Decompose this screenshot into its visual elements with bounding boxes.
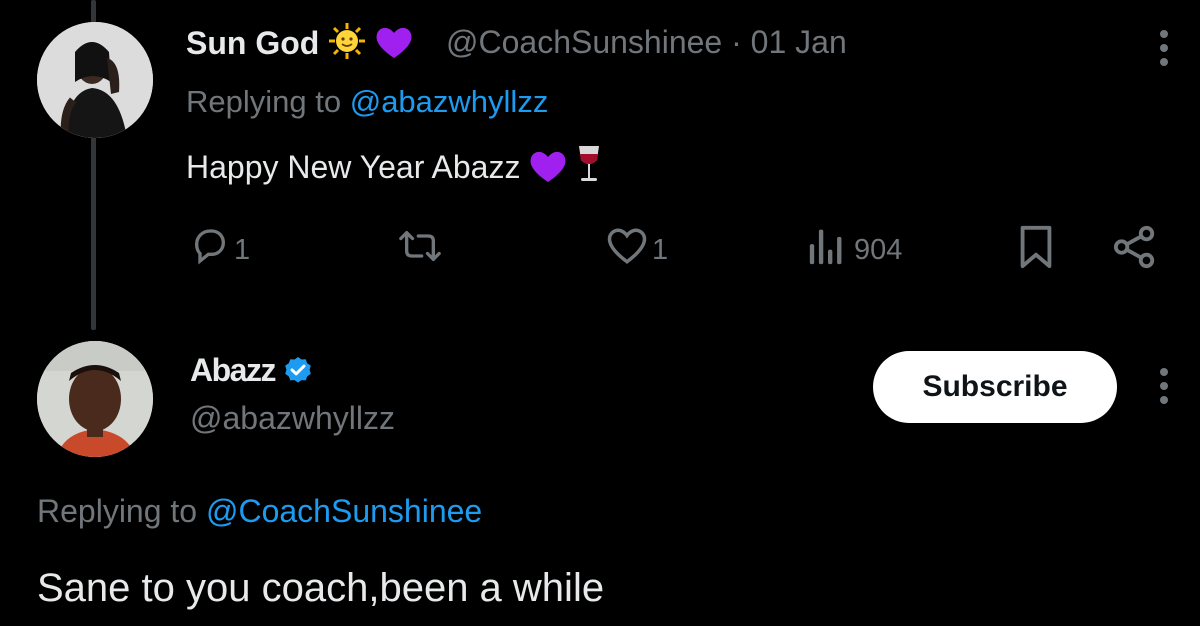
tweet-text-content: Happy New Year Abazz [186, 149, 521, 185]
subscribe-button[interactable]: Subscribe [873, 351, 1117, 423]
separator: · [731, 24, 742, 60]
share-icon [1112, 224, 1158, 278]
heart-icon [606, 226, 648, 274]
verified-badge-icon [282, 355, 314, 395]
sun-face-icon [328, 22, 366, 68]
more-options-icon[interactable] [1160, 30, 1168, 66]
retweet-icon [398, 226, 442, 274]
avatar-abazz[interactable] [37, 341, 153, 457]
tweet-date[interactable]: 01 Jan [751, 24, 847, 60]
more-options-icon[interactable] [1160, 368, 1168, 404]
bookmark-button[interactable] [1016, 224, 1056, 278]
avatar-sun-god[interactable] [37, 22, 153, 138]
display-name[interactable]: Sun God [186, 22, 413, 68]
replying-handle-link[interactable]: @abazwhyllzz [350, 84, 549, 119]
retweet-button[interactable] [398, 226, 442, 274]
replying-prefix: Replying to [186, 84, 342, 119]
replying-to: Replying to @CoachSunshinee [37, 493, 482, 530]
display-name[interactable]: Abazz [190, 352, 314, 395]
replying-prefix: Replying to [37, 493, 198, 529]
share-button[interactable] [1112, 224, 1158, 278]
like-count: 1 [652, 233, 669, 266]
tweet-text: Sane to you coach,been a while [37, 566, 605, 610]
replying-handle-link[interactable]: @CoachSunshinee [206, 493, 482, 529]
wine-glass-icon [576, 144, 602, 192]
purple-heart-icon [375, 24, 413, 68]
reply-button[interactable]: 1 [190, 226, 250, 274]
display-name-text[interactable]: Sun God [186, 25, 319, 61]
tweet-text: Happy New Year Abazz [186, 144, 602, 192]
replying-to: Replying to @abazwhyllzz [186, 84, 548, 120]
like-button[interactable]: 1 [606, 226, 668, 274]
bookmark-icon [1016, 224, 1056, 278]
analytics-icon [806, 226, 850, 274]
reply-count: 1 [234, 233, 251, 266]
tweet-meta: @CoachSunshinee · 01 Jan [446, 24, 847, 61]
reply-icon [190, 226, 230, 274]
display-name-text[interactable]: Abazz [190, 352, 276, 388]
handle[interactable]: @abazwhyllzz [190, 400, 395, 437]
views-button[interactable]: 904 [806, 226, 902, 274]
handle[interactable]: @CoachSunshinee [446, 24, 722, 60]
purple-heart-icon [529, 148, 567, 192]
view-count: 904 [854, 233, 903, 266]
